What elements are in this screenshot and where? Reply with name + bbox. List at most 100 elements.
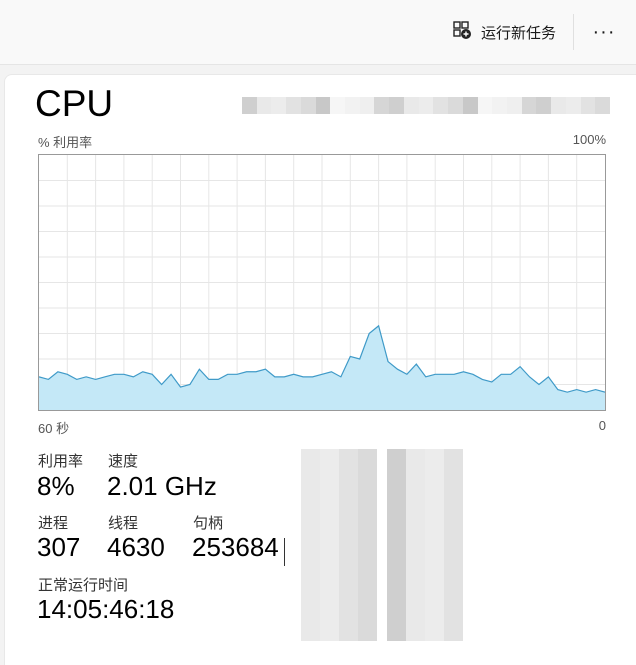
redaction-pixel <box>595 97 610 114</box>
handles-value: 253684 <box>192 532 279 562</box>
redaction-pixel <box>444 465 463 481</box>
redaction-pixel <box>286 97 301 114</box>
processor-name-redacted <box>242 97 610 114</box>
redaction-pixel <box>320 465 339 481</box>
redaction-pixel <box>406 625 425 641</box>
redaction-pixel <box>339 449 358 465</box>
redaction-pixel <box>444 577 463 593</box>
utilization-value: 8% <box>37 471 75 501</box>
cpu-utilization-chart <box>38 154 606 411</box>
redaction-pixel <box>387 465 406 481</box>
redaction-pixel <box>387 545 406 561</box>
redaction-pixel <box>425 609 444 625</box>
redaction-pixel <box>358 561 377 577</box>
utilization-label: 利用率 <box>38 453 84 470</box>
redaction-pixel <box>444 513 463 529</box>
redaction-pixel <box>320 625 339 641</box>
redaction-pixel <box>444 593 463 609</box>
redaction-pixel <box>387 561 406 577</box>
uptime-value: 14:05:46:18 <box>37 594 175 624</box>
redaction-pixel <box>358 545 377 561</box>
redaction-pixel <box>320 561 339 577</box>
redaction-pixel <box>271 97 287 114</box>
redaction-pixel <box>339 545 358 561</box>
threads-label: 线程 <box>108 515 139 532</box>
more-options-icon: ··· <box>592 20 616 43</box>
chart-y-label: % 利用率 <box>38 135 93 150</box>
redaction-pixel <box>320 481 339 497</box>
redaction-pixel <box>565 97 581 114</box>
speed-label: 速度 <box>108 453 139 470</box>
redaction-pixel <box>406 593 425 609</box>
redaction-pixel <box>425 593 444 609</box>
redaction-pixel <box>444 529 463 545</box>
redaction-pixel <box>301 497 320 513</box>
redaction-pixel <box>339 609 358 625</box>
redaction-pixel <box>320 545 339 561</box>
redaction-pixel <box>358 449 377 465</box>
more-options-button[interactable]: ··· <box>588 18 620 46</box>
uptime-label: 正常运行时间 <box>38 577 129 594</box>
redaction-pixel <box>358 609 377 625</box>
redaction-pixel <box>444 481 463 497</box>
redaction-pixel <box>256 97 272 114</box>
redaction-pixel <box>301 577 320 593</box>
redaction-pixel <box>387 609 406 625</box>
toolbar: 运行新任务 ··· <box>0 0 636 65</box>
redaction-pixel <box>387 529 406 545</box>
redaction-pixel <box>301 513 320 529</box>
redaction-pixel <box>339 497 358 513</box>
redaction-pixel <box>301 625 320 641</box>
redaction-pixel <box>359 97 375 114</box>
chart-x-left-label: 60 秒 <box>38 421 70 436</box>
redaction-pixel <box>358 465 377 481</box>
cpu-performance-panel: CPU % 利用率 100% 60 秒 0 利用率 8% 速度 2.01 GHz… <box>4 74 636 665</box>
redaction-pixel <box>320 577 339 593</box>
redaction-pixel <box>492 97 507 114</box>
redaction-pixel <box>387 593 406 609</box>
redaction-pixel <box>406 449 425 465</box>
redaction-pixel <box>330 97 346 114</box>
redaction-pixel <box>418 97 434 114</box>
redaction-pixel <box>433 97 449 114</box>
redaction-pixel <box>406 481 425 497</box>
handles-label: 句柄 <box>193 515 224 532</box>
redaction-pixel <box>387 481 406 497</box>
redaction-pixel <box>406 609 425 625</box>
redaction-pixel <box>425 545 444 561</box>
redaction-pixel <box>339 481 358 497</box>
redacted-details-right <box>387 449 463 641</box>
redaction-pixel <box>315 97 331 114</box>
redaction-pixel <box>301 449 320 465</box>
redaction-pixel <box>345 97 360 114</box>
redaction-pixel <box>425 529 444 545</box>
redaction-pixel <box>389 97 404 114</box>
redaction-pixel <box>358 513 377 529</box>
redaction-pixel <box>301 481 320 497</box>
redaction-pixel <box>403 97 419 114</box>
redaction-pixel <box>425 561 444 577</box>
redaction-pixel <box>358 497 377 513</box>
redaction-pixel <box>444 625 463 641</box>
run-new-task-button[interactable]: 运行新任务 <box>446 16 562 48</box>
redaction-pixel <box>320 513 339 529</box>
redaction-pixel <box>477 97 493 114</box>
redaction-pixel <box>339 513 358 529</box>
toolbar-divider <box>573 14 574 50</box>
redaction-pixel <box>406 497 425 513</box>
redaction-pixel <box>521 97 537 114</box>
redaction-pixel <box>406 577 425 593</box>
redaction-pixel <box>425 481 444 497</box>
redaction-pixel <box>301 561 320 577</box>
redaction-pixel <box>425 513 444 529</box>
text-cursor <box>284 538 285 566</box>
redaction-pixel <box>301 529 320 545</box>
redaction-pixel <box>339 561 358 577</box>
redaction-pixel <box>320 529 339 545</box>
redaction-pixel <box>358 529 377 545</box>
redaction-pixel <box>406 529 425 545</box>
redacted-details-left <box>301 449 377 641</box>
redaction-pixel <box>444 449 463 465</box>
redaction-pixel <box>425 577 444 593</box>
redaction-pixel <box>339 593 358 609</box>
